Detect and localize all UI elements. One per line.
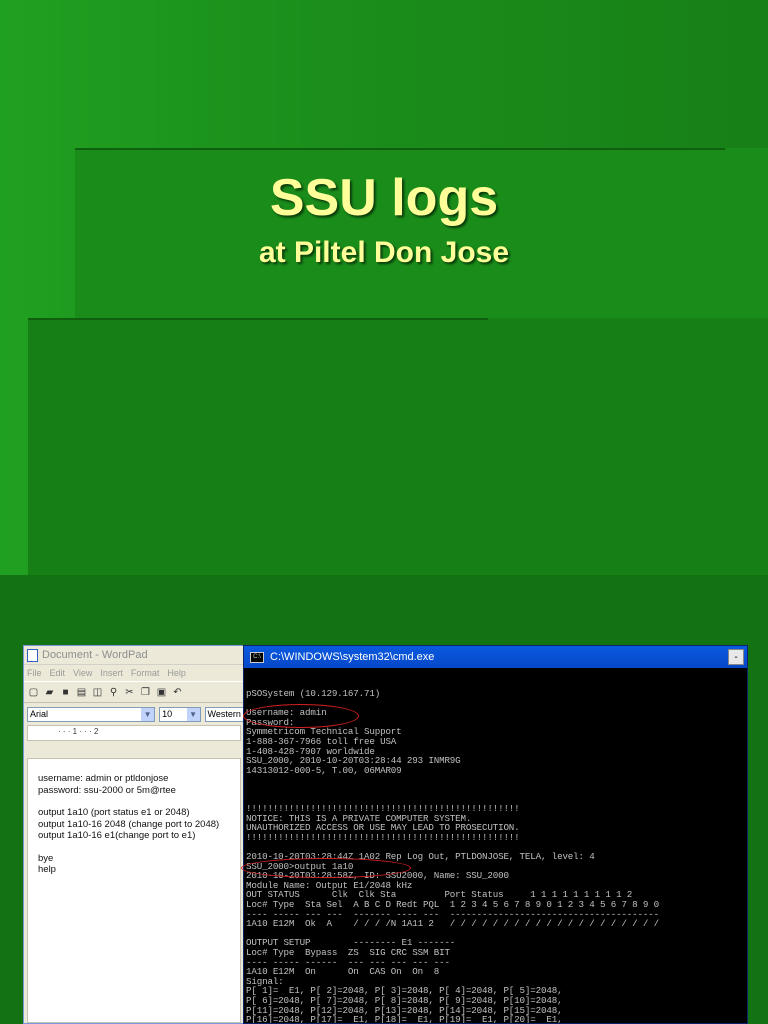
doc-line — [38, 842, 240, 853]
ruler[interactable]: · · · 1 · · · 2 — [27, 725, 241, 741]
chevron-down-icon[interactable]: ▼ — [186, 707, 200, 721]
doc-line: output 1a10 (port status e1 or 2048) — [38, 807, 190, 818]
doc-line: output 1a10-16 e1(change port to e1) — [38, 830, 196, 841]
script-select[interactable]: Western — [204, 706, 244, 722]
copy-icon[interactable]: ❐ — [139, 686, 152, 699]
menu-insert[interactable]: Insert — [100, 668, 123, 678]
font-name-value: Arial — [30, 709, 49, 719]
doc-line: output 1a10-16 2048 (change port to 2048… — [38, 818, 220, 830]
wordpad-formatbar: Arial ▼ 10 ▼ Western — [24, 703, 244, 725]
menu-edit[interactable]: Edit — [50, 668, 66, 678]
doc-line — [38, 796, 240, 807]
undo-icon[interactable]: ↶ — [171, 686, 184, 699]
font-name-select[interactable]: Arial ▼ — [27, 706, 156, 722]
chevron-down-icon[interactable]: ▼ — [141, 707, 155, 721]
menu-file[interactable]: File — [27, 668, 42, 678]
cmd-window: C:\ C:\WINDOWS\system32\cmd.exe - pSOSys… — [243, 645, 748, 1024]
wordpad-window: Document - WordPad File Edit View Insert… — [23, 645, 245, 1024]
console-line: 1A10 E12M Ok A / / / /N 1A11 2 / / / / /… — [246, 918, 659, 930]
wordpad-toolbar: ▢ ▰ ■ ▤ ◫ ⚲ ✂ ❐ ▣ ↶ — [24, 681, 244, 703]
wordpad-menubar: File Edit View Insert Format Help — [24, 665, 244, 681]
cmd-title: C:\WINDOWS\system32\cmd.exe — [270, 651, 435, 663]
ruler-marks: · · · 1 · · · 2 — [58, 727, 99, 736]
wordpad-titlebar[interactable]: Document - WordPad — [24, 646, 244, 665]
document-text-area[interactable]: username: admin or ptldonjose password: … — [27, 758, 241, 1023]
slide-subtitle: at Piltel Don Jose — [258, 236, 510, 269]
minimize-button[interactable]: - — [728, 649, 744, 665]
print-icon[interactable]: ▤ — [75, 686, 88, 699]
decor-line — [28, 318, 488, 320]
console-line: 1A10 E12M On On CAS On On 8 — [246, 966, 440, 978]
new-document-icon[interactable]: ▢ — [27, 686, 40, 699]
slide-title: SSU logs — [269, 169, 499, 227]
highlight-circle-command — [241, 858, 411, 878]
script-value: Western — [207, 709, 241, 719]
doc-line: help — [38, 864, 56, 875]
wordpad-title: Document - WordPad — [42, 649, 148, 661]
highlight-circle-login — [243, 704, 359, 728]
cut-icon[interactable]: ✂ — [123, 686, 136, 699]
doc-line: username: admin or ptldonjose — [38, 773, 169, 784]
console-line: P[16]=2048, P[17]= E1, P[18]= E1, P[19]=… — [246, 1014, 563, 1024]
find-icon[interactable]: ⚲ — [107, 686, 120, 699]
console-line: pSOSystem (10.129.167.71) — [246, 688, 381, 699]
paste-icon[interactable]: ▣ — [155, 686, 168, 699]
font-size-value: 10 — [162, 709, 173, 719]
cmd-titlebar[interactable]: C:\ C:\WINDOWS\system32\cmd.exe — [244, 646, 747, 668]
save-icon[interactable]: ■ — [59, 686, 72, 699]
console-line: 14313012-000-5, T.00, 06MAR09 — [246, 764, 402, 776]
decor-line — [75, 148, 725, 150]
doc-line: bye — [38, 852, 54, 864]
open-folder-icon[interactable]: ▰ — [43, 686, 56, 699]
menu-view[interactable]: View — [73, 668, 92, 678]
middle-panel — [28, 318, 768, 578]
menu-help[interactable]: Help — [167, 668, 186, 678]
menu-format[interactable]: Format — [131, 668, 160, 678]
doc-line: password: ssu-2000 or 5m@rtee — [38, 784, 176, 796]
document-icon — [27, 648, 38, 662]
console-line: !!!!!!!!!!!!!!!!!!!!!!!!!!!!!!!!!!!!!!!!… — [246, 831, 520, 843]
console-icon: C:\ — [250, 651, 264, 663]
font-size-select[interactable]: 10 ▼ — [159, 706, 201, 722]
print-preview-icon[interactable]: ◫ — [91, 686, 104, 699]
